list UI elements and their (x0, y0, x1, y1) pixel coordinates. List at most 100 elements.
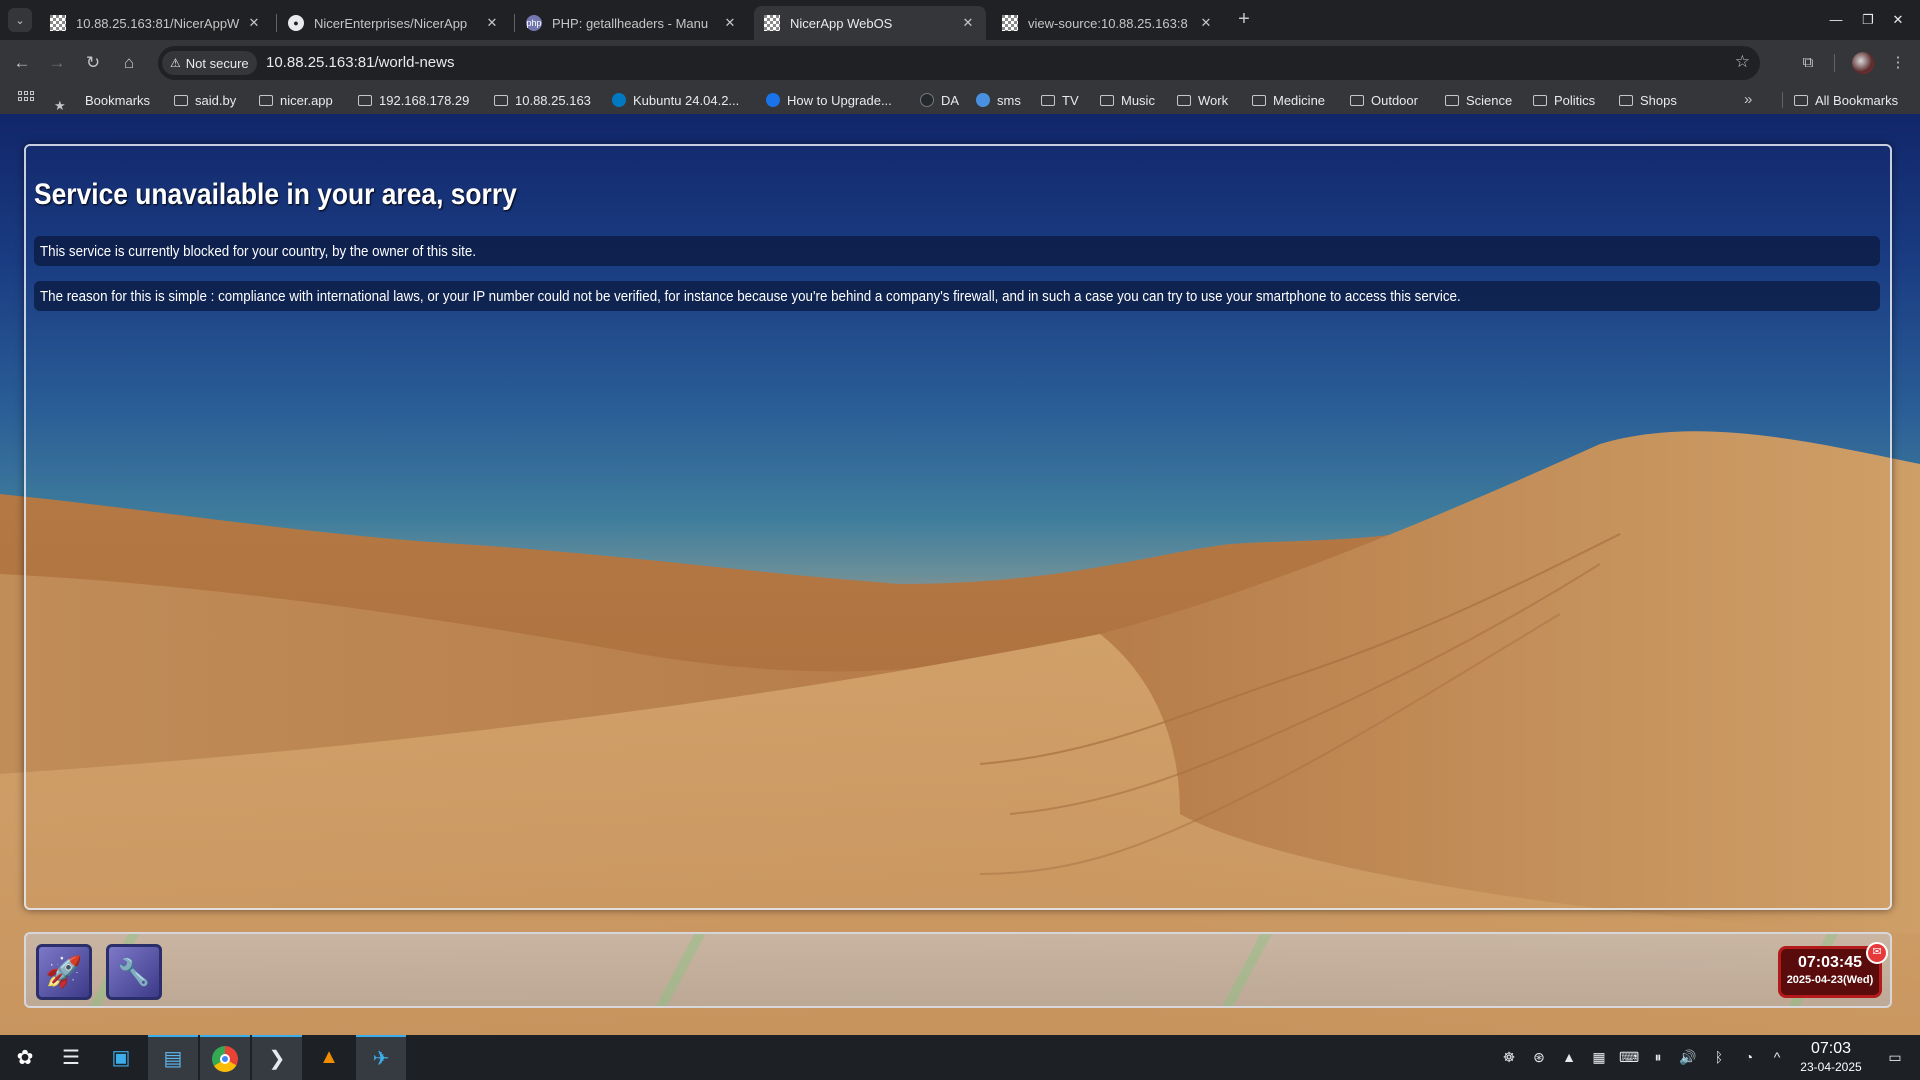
bookmark-folder[interactable]: 192.168.178.29 (358, 92, 469, 108)
close-tab-icon[interactable]: ✕ (722, 15, 738, 31)
bookmark-label: How to Upgrade... (787, 92, 892, 108)
bookmark-folder[interactable]: Politics (1533, 92, 1595, 108)
discover-store-icon[interactable]: ▣ (96, 1035, 146, 1080)
keyboard-tray-icon[interactable]: ⌨ (1619, 1048, 1639, 1066)
show-hidden-chevron-icon[interactable]: ^ (1768, 1048, 1786, 1066)
update-tray-icon[interactable]: ⊛ (1530, 1048, 1548, 1066)
reload-icon[interactable]: ↻ (81, 51, 105, 75)
bookmark-item[interactable]: DA (920, 92, 959, 108)
minimize-window-icon[interactable]: — (1826, 10, 1846, 30)
bookmark-label: Bookmarks (85, 92, 151, 108)
nicerapp-dock: 🚀 🔧 07:03:45 2025-04-23(Wed) ✉ (24, 932, 1892, 1008)
folder-icon (1445, 94, 1459, 106)
page-viewport: Service unavailable in your area, sorry … (0, 114, 1920, 1035)
browser-menu-icon[interactable]: ⋮ (1886, 51, 1910, 75)
browser-tab[interactable]: 10.88.25.163:81/NicerAppW ✕ (40, 6, 272, 40)
info-icon (766, 93, 780, 107)
page-title: Service unavailable in your area, sorry (34, 178, 517, 211)
bluetooth-tray-icon[interactable]: ᛒ (1710, 1048, 1728, 1066)
app-launcher-icon[interactable]: ✿ (0, 1035, 50, 1080)
bookmark-folder[interactable]: 10.88.25.163 (494, 92, 591, 108)
browser-tab[interactable]: view-source:10.88.25.163:8 ✕ (992, 6, 1224, 40)
browser-tab[interactable]: php PHP: getallheaders - Manu ✕ (516, 6, 748, 40)
bookmark-folder[interactable]: Music (1100, 92, 1155, 108)
home-icon[interactable]: ⌂ (117, 51, 141, 75)
close-window-icon[interactable]: ✕ (1888, 10, 1908, 30)
browser-tab-strip: ⌄ 10.88.25.163:81/NicerAppW ✕ ● NicerEnt… (0, 0, 1920, 40)
nicerapp-favicon-icon (764, 15, 780, 31)
address-bar[interactable]: ⚠ Not secure 10.88.25.163:81/world-news … (158, 46, 1760, 80)
bookmark-folder[interactable]: Work (1177, 92, 1228, 108)
bookmark-label: sms (997, 92, 1021, 108)
browser-tab-active[interactable]: NicerApp WebOS ✕ (754, 6, 986, 40)
extensions-puzzle-icon[interactable]: ⧉ (1796, 51, 1820, 75)
message-box: This service is currently blocked for yo… (34, 236, 1880, 266)
notification-tray-icon[interactable]: ☸ (1500, 1048, 1518, 1066)
bookmark-folder[interactable]: Medicine (1252, 92, 1325, 108)
rocket-launcher-button[interactable]: 🚀 (36, 944, 92, 1000)
close-tab-icon[interactable]: ✕ (246, 15, 262, 31)
close-tab-icon[interactable]: ✕ (484, 15, 500, 31)
url-text[interactable]: 10.88.25.163:81/world-news (266, 54, 454, 71)
tab-separator (514, 14, 515, 32)
restore-window-icon[interactable]: ❐ (1858, 10, 1878, 30)
folder-icon (358, 94, 372, 106)
bookmark-item[interactable]: Kubuntu 24.04.2... (612, 92, 739, 108)
close-tab-icon[interactable]: ✕ (1198, 15, 1214, 31)
bookmark-label: Outdoor (1371, 92, 1418, 108)
taskbar-time[interactable]: 07:03 (1796, 1040, 1866, 1058)
forward-arrow-icon[interactable]: → (45, 51, 69, 75)
new-tab-button[interactable]: + (1232, 8, 1256, 32)
bookmark-label: Kubuntu 24.04.2... (633, 92, 740, 108)
kubuntu-icon (612, 93, 626, 107)
bookmark-star-icon[interactable]: ☆ (1735, 52, 1750, 72)
profile-avatar[interactable] (1852, 52, 1874, 74)
security-chip[interactable]: ⚠ Not secure (162, 51, 257, 75)
vlc-icon[interactable]: ▲ (304, 1035, 354, 1080)
chat-icon (976, 93, 990, 107)
bookmarks-bar: ★ Bookmarks said.by nicer.app 192.168.178… (0, 86, 1920, 114)
github-icon (920, 93, 934, 107)
file-manager-icon[interactable]: ▤ (148, 1035, 198, 1080)
all-bookmarks-folder[interactable]: All Bookmarks (1794, 92, 1898, 108)
task-manager-icon[interactable]: ☰ (46, 1035, 96, 1080)
bookmark-item[interactable]: How to Upgrade... (766, 92, 892, 108)
clipboard-tray-icon[interactable]: ▦ (1590, 1048, 1608, 1066)
tab-title: 10.88.25.163:81/NicerAppW (76, 15, 240, 31)
bookmark-folder[interactable]: Shops (1619, 92, 1677, 108)
bookmark-folder[interactable]: Outdoor (1350, 92, 1418, 108)
terminal-icon[interactable]: ❯ (252, 1035, 302, 1080)
media-pause-tray-icon[interactable]: ⏸ (1649, 1048, 1667, 1066)
warning-triangle-icon: ⚠ (170, 56, 181, 70)
volume-tray-icon[interactable]: 🔊 (1679, 1048, 1697, 1066)
folder-icon (1100, 94, 1114, 106)
tab-title: PHP: getallheaders - Manu (552, 15, 709, 31)
show-desktop-icon[interactable]: ▭ (1886, 1048, 1904, 1066)
mail-badge-icon[interactable]: ✉ (1866, 942, 1888, 964)
back-arrow-icon[interactable]: ← (10, 51, 34, 75)
tools-icon: 🔧 (117, 956, 151, 987)
bookmark-item[interactable]: ★ Bookmarks (54, 92, 151, 113)
bookmark-item[interactable]: sms (976, 92, 1021, 108)
bookmark-label: All Bookmarks (1815, 92, 1899, 108)
tab-search-button[interactable]: ⌄ (8, 8, 32, 32)
bookmark-folder[interactable]: Science (1445, 92, 1512, 108)
close-tab-icon[interactable]: ✕ (960, 15, 976, 31)
bookmark-folder[interactable]: nicer.app (259, 92, 333, 108)
vlc-tray-icon[interactable]: ▲ (1560, 1048, 1578, 1066)
tools-settings-button[interactable]: 🔧 (106, 944, 162, 1000)
browser-tab[interactable]: ● NicerEnterprises/NicerApp ✕ (278, 6, 510, 40)
tab-title: NicerEnterprises/NicerApp (314, 15, 468, 31)
bookmark-label: 10.88.25.163 (515, 92, 591, 108)
bookmark-label: Work (1198, 92, 1229, 108)
more-bookmarks-chevron-icon[interactable]: » (1744, 91, 1752, 108)
taskbar-date[interactable]: 23-04-2025 (1790, 1060, 1872, 1074)
wifi-tray-icon[interactable]: ◔ (1740, 1048, 1758, 1066)
bookmark-folder[interactable]: TV (1041, 92, 1079, 108)
kde-connect-icon[interactable]: ✈ (356, 1035, 406, 1080)
message-text: This service is currently blocked for yo… (40, 243, 477, 260)
apps-grid-icon[interactable] (18, 91, 34, 107)
bookmark-folder[interactable]: said.by (174, 92, 236, 108)
chrome-icon[interactable] (200, 1035, 250, 1080)
github-favicon-icon: ● (288, 15, 304, 31)
